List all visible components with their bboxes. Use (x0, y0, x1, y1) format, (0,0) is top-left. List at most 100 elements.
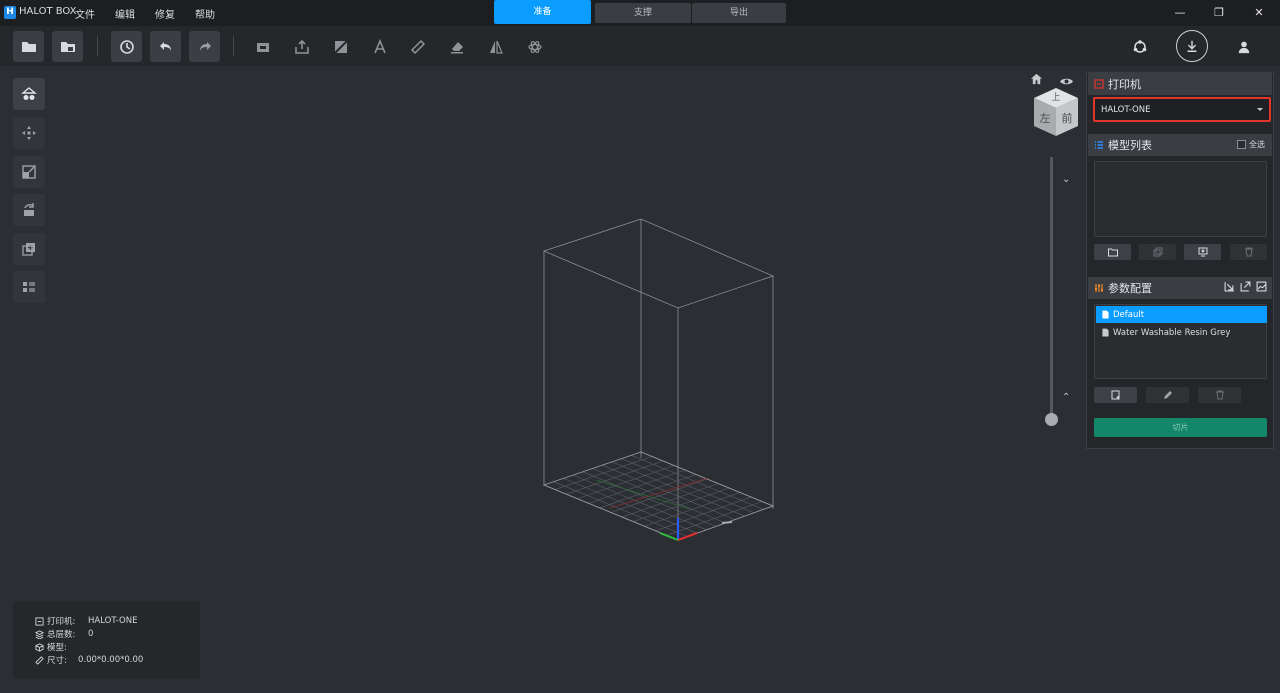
layers-icon (35, 629, 44, 639)
hollow-button[interactable] (247, 31, 278, 62)
hollow-box-icon (256, 42, 269, 52)
cube-front-label: 前 (1062, 111, 1073, 125)
profile-item-label: Water Washable Resin Grey (1113, 327, 1231, 338)
user-icon (1238, 41, 1249, 53)
trash-icon (1244, 247, 1253, 257)
close-button[interactable]: ✕ (1251, 5, 1267, 21)
build-volume-viewport[interactable] (0, 66, 1086, 693)
layer-slider-track[interactable] (1050, 157, 1053, 419)
edit-profile-button[interactable] (1146, 387, 1189, 403)
sliders-icon (1095, 284, 1103, 292)
menu-repair[interactable]: 修复 (155, 6, 175, 21)
export-icon (294, 39, 309, 54)
document-icon (1102, 310, 1109, 319)
new-profile-button[interactable] (1094, 387, 1137, 403)
menu-edit[interactable]: 编辑 (115, 6, 135, 21)
view-cube[interactable]: 上 左 前 (1030, 86, 1082, 138)
menu-file[interactable]: 文件 (75, 6, 95, 21)
profile-item-water-washable[interactable]: Water Washable Resin Grey (1096, 324, 1267, 341)
tab-prepare[interactable]: 准备 (494, 0, 591, 24)
import-model-button[interactable] (1094, 244, 1131, 260)
ruler-icon (410, 39, 425, 54)
home-icon (1030, 73, 1043, 85)
grid-line (631, 455, 764, 510)
place-model-button[interactable] (1184, 244, 1221, 260)
select-all-checkbox[interactable]: 全选 (1237, 139, 1265, 150)
info-printer-value: HALOT-ONE (88, 616, 138, 626)
title-bar: H HALOT BOX 文件 编辑 修复 帮助 准备 支撑 导出 — ❐ ✕ (0, 0, 1280, 26)
folder-icon (1107, 248, 1118, 257)
redo-button[interactable] (189, 31, 220, 62)
network-button[interactable] (1124, 31, 1155, 62)
mirror-icon (489, 40, 503, 54)
redo-icon (199, 41, 211, 51)
build-plate-grid (553, 455, 764, 537)
cut-model-button[interactable] (325, 31, 356, 62)
printer-select[interactable]: HALOT-ONE (1093, 97, 1271, 122)
tab-export[interactable]: 导出 (692, 3, 786, 23)
info-layers-label: 总层数: (47, 630, 76, 640)
menu-help[interactable]: 帮助 (195, 6, 215, 21)
restore-button[interactable]: ❐ (1211, 5, 1227, 21)
text-tool-button[interactable] (364, 31, 395, 62)
pencil-icon (1163, 391, 1172, 399)
printer-section-icon (1094, 79, 1104, 89)
printer-section-title: 打印机 (1108, 78, 1141, 91)
info-printer-row: 打印机: HALOT-ONE (35, 615, 137, 627)
ruler-small-icon (35, 655, 44, 665)
duplicate-model-button[interactable] (1139, 244, 1176, 260)
printer-select-value: HALOT-ONE (1101, 105, 1151, 115)
layer-slider-handle[interactable] (1045, 413, 1058, 426)
profile-item-default[interactable]: Default (1096, 306, 1267, 323)
text-icon (373, 38, 386, 53)
cube-left-label: 左 (1040, 112, 1051, 125)
grid-line (621, 458, 755, 514)
model-list[interactable] (1094, 161, 1267, 237)
checkbox-box (1237, 140, 1246, 149)
tab-support[interactable]: 支撑 (595, 3, 691, 23)
atom-icon (527, 40, 542, 53)
list-section-icon (1095, 141, 1103, 149)
download-button[interactable] (1176, 30, 1208, 62)
eraser-icon (450, 41, 463, 53)
chart-profile-icon[interactable] (1256, 281, 1267, 292)
open-project-button[interactable] (52, 31, 83, 62)
info-size-row: 尺寸: 0.00*0.00*0.00 (35, 654, 143, 666)
export-model-button[interactable] (286, 31, 317, 62)
undo-button[interactable] (150, 31, 181, 62)
history-button[interactable] (111, 31, 142, 62)
main-toolbar (0, 26, 1280, 66)
import-profile-icon[interactable] (1224, 281, 1235, 292)
slice-button[interactable]: 切片 (1094, 418, 1267, 437)
mirror-button[interactable] (480, 31, 511, 62)
grid-line (553, 481, 688, 537)
info-size-label: 尺寸: (47, 656, 67, 666)
copy-icon (1153, 247, 1162, 257)
app-logo-icon: H (4, 6, 16, 19)
info-model-label: 模型: (47, 643, 67, 653)
toolbar-divider (233, 36, 234, 56)
monitor-download-icon (1198, 247, 1207, 257)
grid-line (592, 468, 726, 524)
measure-button[interactable] (402, 31, 433, 62)
repair-button[interactable] (441, 31, 472, 62)
delete-profile-button[interactable] (1198, 387, 1241, 403)
app-name: HALOT BOX (19, 6, 77, 17)
plate-marker (721, 521, 733, 524)
arrange-button[interactable] (519, 31, 550, 62)
folder-open-icon (21, 41, 36, 52)
info-model-row: 模型: (35, 641, 88, 653)
chevron-up-icon[interactable]: ⌃ (1062, 392, 1070, 403)
minimize-button[interactable]: — (1172, 5, 1188, 21)
printer-section-header: 打印机 (1088, 73, 1272, 95)
export-profile-icon[interactable] (1240, 281, 1251, 292)
cube-top-label: 上 (1051, 92, 1060, 103)
grid-line (572, 474, 707, 531)
chevron-down-icon[interactable]: ⌄ (1062, 174, 1070, 185)
delete-model-button[interactable] (1230, 244, 1267, 260)
profile-list[interactable]: Default Water Washable Resin Grey (1094, 304, 1267, 379)
network-icon (1133, 39, 1146, 53)
grid-line (563, 478, 698, 534)
user-button[interactable] (1228, 31, 1259, 62)
open-file-button[interactable] (13, 31, 44, 62)
